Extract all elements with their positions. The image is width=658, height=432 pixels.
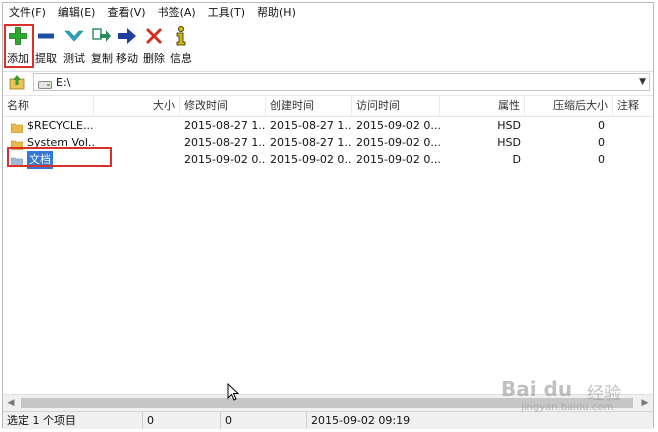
col-created[interactable]: 创建时间 [266, 96, 352, 116]
info-button[interactable]: 信息 [170, 26, 192, 68]
test-button[interactable]: 测试 [63, 26, 85, 68]
file-size [94, 134, 180, 152]
col-packed-size[interactable]: 压缩后大小 [525, 96, 613, 116]
menu-tools[interactable]: 工具(T) [202, 3, 251, 23]
status-size: 0 [143, 412, 221, 429]
move-icon [116, 26, 138, 46]
copy-label: 复制 [91, 52, 113, 65]
app-window: 文件(F) 编辑(E) 查看(V) 书签(A) 工具(T) 帮助(H) 添加 提… [2, 2, 654, 429]
file-accessed: 2015-09-02 0... [356, 136, 440, 149]
delete-label: 删除 [143, 52, 165, 65]
file-name: 文档 [27, 151, 53, 169]
menu-edit[interactable]: 编辑(E) [52, 3, 102, 23]
file-comment [613, 134, 653, 152]
scroll-left-icon[interactable]: ◀ [3, 395, 19, 411]
copy-icon [91, 26, 113, 46]
file-name: $RECYCLE.... [27, 119, 94, 132]
file-modified: 2015-08-27 1... [184, 119, 266, 132]
watermark-url: jingyan.baidu.com [521, 402, 614, 413]
address-path: E:\ [56, 76, 71, 89]
table-row[interactable]: $RECYCLE.... 2015-08-27 1... 2015-08-27 … [3, 117, 653, 135]
file-attributes: D [512, 153, 521, 166]
menu-bar: 文件(F) 编辑(E) 查看(V) 书签(A) 工具(T) 帮助(H) [3, 3, 653, 23]
folder-icon [10, 155, 24, 168]
extract-icon [35, 26, 57, 46]
file-name: System Vol... [27, 136, 94, 149]
file-created: 2015-08-27 1... [270, 136, 352, 149]
mouse-cursor-icon [227, 382, 240, 404]
file-created: 2015-08-27 1... [270, 119, 352, 132]
col-modified[interactable]: 修改时间 [180, 96, 266, 116]
file-size [94, 117, 180, 135]
file-created: 2015-09-02 0... [270, 153, 352, 166]
file-packed-size: 0 [598, 119, 605, 132]
table-row-selected[interactable]: 文档 2015-09-02 0... 2015-09-02 0... 2015-… [3, 151, 653, 169]
file-attributes: HSD [497, 136, 521, 149]
status-selection: 选定 1 个项目 [3, 412, 143, 429]
col-accessed[interactable]: 访问时间 [352, 96, 440, 116]
menu-view[interactable]: 查看(V) [101, 3, 151, 23]
file-attributes: HSD [497, 119, 521, 132]
table-row[interactable]: System Vol... 2015-08-27 1... 2015-08-27… [3, 134, 653, 152]
info-label: 信息 [170, 52, 192, 65]
name-cell: $RECYCLE.... [7, 117, 94, 135]
add-button[interactable]: 添加 [7, 26, 29, 68]
chevron-down-icon[interactable]: ▼ [639, 74, 646, 90]
up-folder-button[interactable] [7, 73, 27, 91]
menu-help[interactable]: 帮助(H) [251, 3, 302, 23]
file-packed-size: 0 [598, 153, 605, 166]
extract-button[interactable]: 提取 [35, 26, 57, 68]
folder-icon [10, 138, 24, 151]
status-packed: 0 [221, 412, 307, 429]
file-packed-size: 0 [598, 136, 605, 149]
file-size [94, 151, 180, 169]
file-modified: 2015-09-02 0... [184, 153, 266, 166]
delete-button[interactable]: 删除 [143, 26, 165, 68]
add-icon [7, 26, 29, 46]
info-icon [170, 26, 192, 46]
toolbar: 添加 提取 测试 复制 移动 删除 信息 [3, 23, 653, 72]
move-button[interactable]: 移动 [116, 26, 138, 68]
column-header: 名称 大小 修改时间 创建时间 访问时间 属性 压缩后大小 注释 [3, 96, 653, 117]
delete-icon [143, 26, 165, 46]
drive-icon [38, 79, 52, 92]
file-accessed: 2015-09-02 0... [356, 119, 440, 132]
watermark-brand: Bai du [501, 377, 573, 401]
col-attributes[interactable]: 属性 [440, 96, 525, 116]
address-bar: E:\ ▼ [3, 72, 653, 94]
baidu-watermark: Bai du 经验 jingyan.baidu.com [501, 373, 651, 417]
extract-label: 提取 [35, 52, 57, 65]
col-size[interactable]: 大小 [94, 96, 180, 116]
menu-bookmarks[interactable]: 书签(A) [152, 3, 202, 23]
menu-file[interactable]: 文件(F) [3, 3, 52, 23]
copy-button[interactable]: 复制 [91, 26, 113, 68]
col-comment[interactable]: 注释 [613, 96, 653, 116]
add-label: 添加 [7, 52, 29, 65]
up-folder-icon [9, 75, 25, 90]
file-modified: 2015-08-27 1... [184, 136, 266, 149]
file-comment [613, 151, 653, 169]
folder-icon [10, 121, 24, 134]
file-comment [613, 117, 653, 135]
col-name[interactable]: 名称 [3, 96, 94, 116]
address-input[interactable]: E:\ ▼ [33, 73, 650, 91]
name-cell: System Vol... [7, 134, 94, 152]
move-label: 移动 [116, 52, 138, 65]
test-icon [63, 26, 85, 46]
watermark-jingyan: 经验 [587, 384, 621, 404]
file-list: 名称 大小 修改时间 创建时间 访问时间 属性 压缩后大小 注释 $RECYCL… [3, 95, 653, 394]
test-label: 测试 [63, 52, 85, 65]
name-cell: 文档 [7, 151, 94, 169]
file-accessed: 2015-09-02 0... [356, 153, 440, 166]
